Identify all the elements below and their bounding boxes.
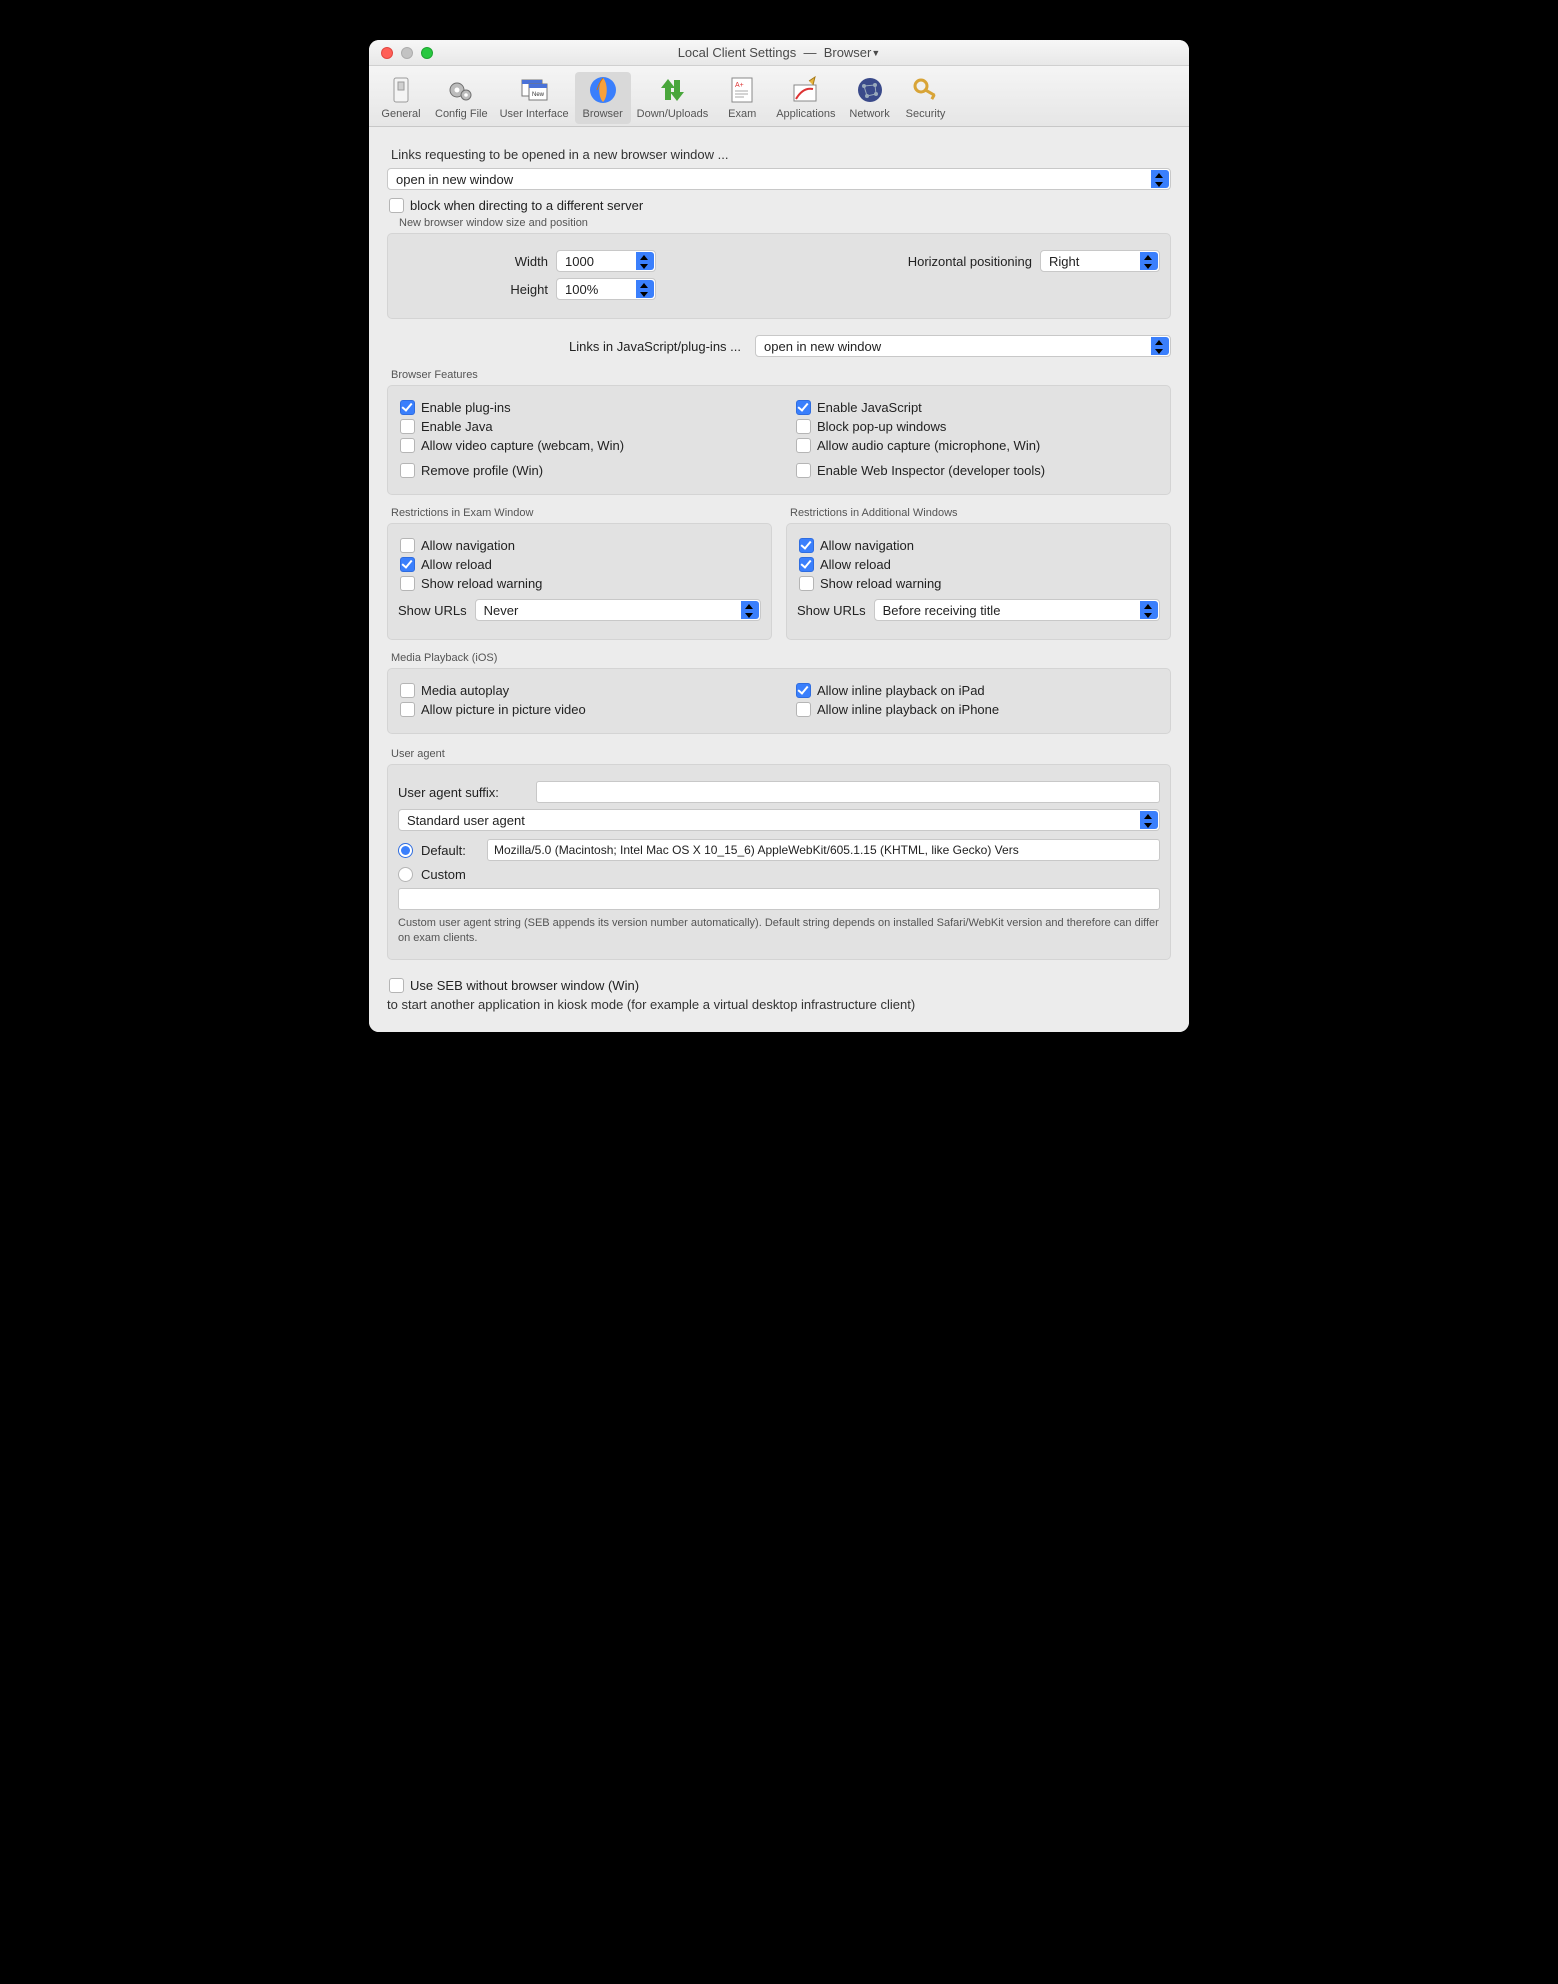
kiosk-checkbox[interactable]	[389, 978, 404, 993]
ua-mode-select[interactable]: Standard user agent	[398, 809, 1160, 831]
inline-ipad-checkbox[interactable]	[796, 683, 811, 698]
block-diff-server-checkbox[interactable]	[389, 198, 404, 213]
exam-reload-warn-checkbox[interactable]	[400, 576, 415, 591]
block-diff-server-label: block when directing to a different serv…	[410, 198, 643, 213]
switch-icon	[385, 74, 417, 106]
pip-checkbox[interactable]	[400, 702, 415, 717]
enable-inspector-checkbox[interactable]	[796, 463, 811, 478]
ua-custom-input[interactable]	[398, 888, 1160, 910]
links-open-mode-select[interactable]: open in new window	[387, 168, 1171, 190]
width-combo[interactable]: 1000	[556, 250, 656, 272]
restrict-add-group: Allow navigation Allow reload Show reloa…	[786, 523, 1171, 640]
enable-java-checkbox[interactable]	[400, 419, 415, 434]
svg-text:A+: A+	[735, 82, 744, 89]
links-js-label: Links in JavaScript/plug-ins ...	[387, 339, 747, 354]
add-showurls-label: Show URLs	[797, 603, 866, 618]
enable-plugins-checkbox[interactable]	[400, 400, 415, 415]
height-combo[interactable]: 100%	[556, 278, 656, 300]
features-group-label: Browser Features	[391, 369, 1171, 381]
exam-allow-reload-checkbox[interactable]	[400, 557, 415, 572]
newwin-group: Width 1000 Height 100%	[387, 233, 1171, 319]
kiosk-label: Use SEB without browser window (Win)	[410, 978, 639, 993]
settings-window: Local Client Settings — Browser▼ General…	[369, 40, 1189, 1032]
media-group: Media autoplay Allow picture in picture …	[387, 668, 1171, 734]
enable-js-checkbox[interactable]	[796, 400, 811, 415]
ua-suffix-label: User agent suffix:	[398, 785, 528, 800]
svg-text:New: New	[532, 92, 545, 98]
restrict-exam-group: Allow navigation Allow reload Show reloa…	[387, 523, 772, 640]
hpos-select[interactable]: Right	[1040, 250, 1160, 272]
add-reload-warn-checkbox[interactable]	[799, 576, 814, 591]
add-showurls-select[interactable]: Before receiving title	[874, 599, 1160, 621]
ua-help-text: Custom user agent string (SEB appends it…	[398, 916, 1160, 947]
tab-applications[interactable]: Applications	[770, 72, 841, 124]
allow-video-checkbox[interactable]	[400, 438, 415, 453]
height-label: Height	[398, 282, 548, 297]
tab-exam[interactable]: A+ Exam	[714, 72, 770, 124]
tab-general[interactable]: General	[373, 72, 429, 124]
kiosk-help: to start another application in kiosk mo…	[387, 997, 1171, 1012]
ua-custom-label: Custom	[421, 867, 466, 882]
exam-showurls-label: Show URLs	[398, 603, 467, 618]
remove-profile-checkbox[interactable]	[400, 463, 415, 478]
restrict-add-label: Restrictions in Additional Windows	[790, 507, 1171, 519]
tab-user-interface[interactable]: New User Interface	[494, 72, 575, 124]
ua-suffix-input[interactable]	[536, 781, 1160, 803]
tab-config-file[interactable]: Config File	[429, 72, 494, 124]
media-autoplay-checkbox[interactable]	[400, 683, 415, 698]
ua-custom-radio[interactable]	[398, 867, 413, 882]
key-icon	[910, 74, 942, 106]
toolbar: General Config File New User Interface B…	[369, 66, 1189, 127]
globe-icon	[587, 74, 619, 106]
window-title[interactable]: Local Client Settings — Browser▼	[369, 45, 1189, 60]
ua-group-label: User agent	[391, 748, 1171, 760]
features-group: Enable plug-ins Enable Java Allow video …	[387, 385, 1171, 495]
tab-security[interactable]: Security	[898, 72, 954, 124]
links-heading: Links requesting to be opened in a new b…	[391, 147, 1171, 162]
exam-allow-nav-checkbox[interactable]	[400, 538, 415, 553]
ua-default-radio[interactable]	[398, 843, 413, 858]
links-js-select[interactable]: open in new window	[755, 335, 1171, 357]
restrict-exam-label: Restrictions in Exam Window	[391, 507, 772, 519]
allow-audio-checkbox[interactable]	[796, 438, 811, 453]
add-allow-nav-checkbox[interactable]	[799, 538, 814, 553]
block-popup-checkbox[interactable]	[796, 419, 811, 434]
ua-group: User agent suffix: Standard user agent D…	[387, 764, 1171, 960]
width-label: Width	[398, 254, 548, 269]
ua-default-label: Default:	[421, 843, 479, 858]
tab-browser[interactable]: Browser	[575, 72, 631, 124]
media-group-label: Media Playback (iOS)	[391, 652, 1171, 664]
apps-icon	[790, 74, 822, 106]
network-icon	[854, 74, 886, 106]
inline-iphone-checkbox[interactable]	[796, 702, 811, 717]
newwin-group-label: New browser window size and position	[399, 217, 1171, 229]
exam-showurls-select[interactable]: Never	[475, 599, 761, 621]
titlebar: Local Client Settings — Browser▼	[369, 40, 1189, 66]
window-icon: New	[518, 74, 550, 106]
arrows-icon	[656, 74, 688, 106]
gears-icon	[445, 74, 477, 106]
hpos-label: Horizontal positioning	[794, 254, 1032, 269]
add-allow-reload-checkbox[interactable]	[799, 557, 814, 572]
tab-down-uploads[interactable]: Down/Uploads	[631, 72, 715, 124]
tab-network[interactable]: Network	[842, 72, 898, 124]
ua-default-value[interactable]: Mozilla/5.0 (Macintosh; Intel Mac OS X 1…	[487, 839, 1160, 861]
exam-icon: A+	[726, 74, 758, 106]
